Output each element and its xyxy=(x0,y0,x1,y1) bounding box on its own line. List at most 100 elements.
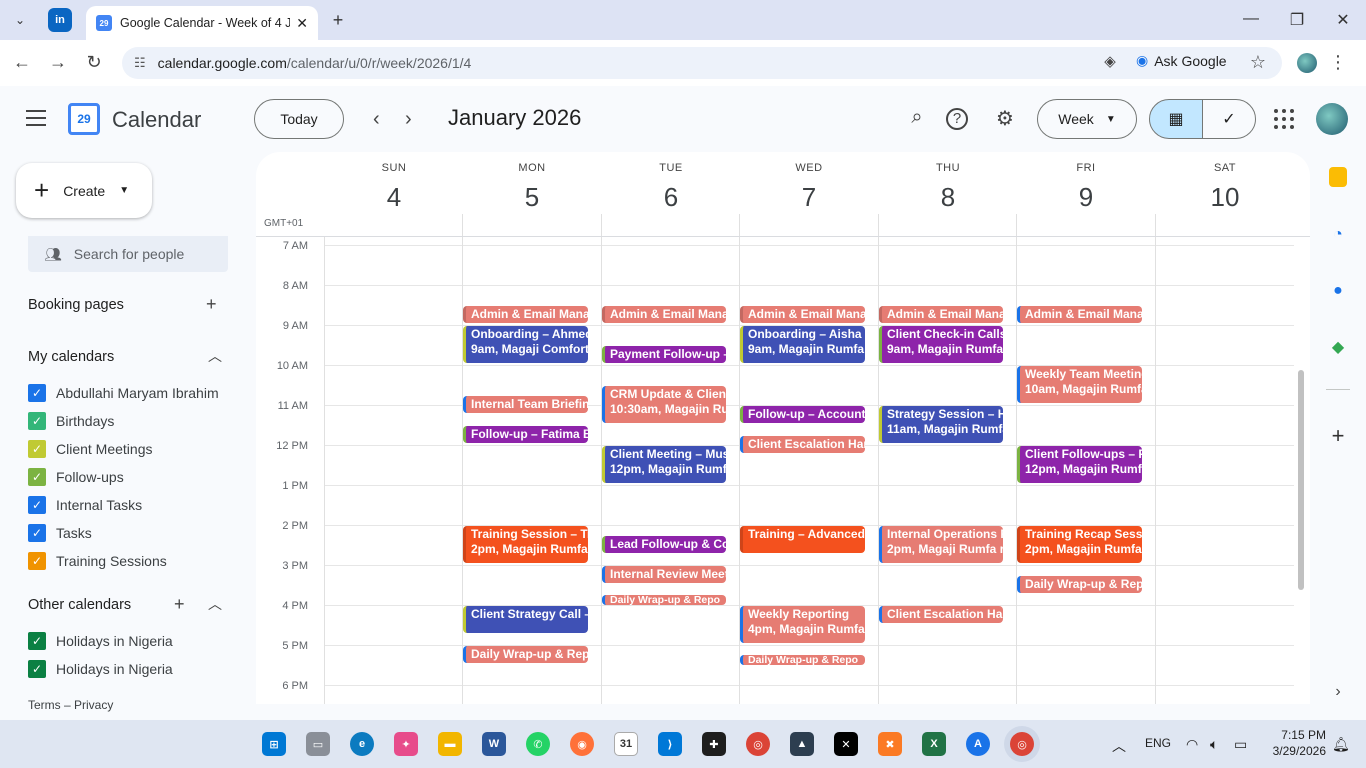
checkbox-checked-icon[interactable]: ✓ xyxy=(28,632,46,650)
view-select[interactable]: Week ▼ xyxy=(1037,99,1137,139)
whatsapp-icon[interactable]: ✆ xyxy=(526,732,550,756)
event-chip[interactable]: Daily Wrap-up & Repo xyxy=(602,595,726,605)
event-chip[interactable]: Client Escalation Han xyxy=(879,606,1003,623)
calendar-logo[interactable]: 29 xyxy=(68,103,100,135)
chrome-icon[interactable]: ◎ xyxy=(746,732,770,756)
windows-start-icon[interactable]: ⊞ xyxy=(262,732,286,756)
profile-avatar[interactable] xyxy=(1297,53,1317,73)
photo-viewer-icon[interactable]: ▲ xyxy=(790,732,814,756)
day-header-thu[interactable]: THU 8 xyxy=(879,162,1017,213)
day-header-tue[interactable]: TUE 6 xyxy=(602,162,740,213)
browser-menu-icon[interactable]: ⋮ xyxy=(1326,52,1350,73)
event-chip[interactable]: Follow-up – Fatima B xyxy=(463,426,588,443)
calendar-item[interactable]: ✓ Birthdays xyxy=(28,412,114,430)
calendar-app-icon[interactable]: 31 xyxy=(614,732,638,756)
day-number[interactable]: 9 xyxy=(1017,182,1155,213)
event-chip[interactable]: Client Strategy Call – xyxy=(463,606,588,633)
forward-icon[interactable]: → xyxy=(46,52,70,73)
checkbox-checked-icon[interactable]: ✓ xyxy=(28,440,46,458)
figma-icon[interactable]: ✚ xyxy=(702,732,726,756)
tab-search-icon[interactable]: ⌄ xyxy=(8,8,32,32)
chrome-active-icon[interactable]: ◎ xyxy=(1010,732,1034,756)
event-chip[interactable]: Weekly Reporting 4pm, Magajin Rumfa R xyxy=(740,606,865,643)
browser-tab-calendar[interactable]: 29 Google Calendar - Week of 4 Ja ✕ xyxy=(86,6,318,40)
reload-icon[interactable]: ↻ xyxy=(82,52,106,73)
file-explorer-icon[interactable]: ▬ xyxy=(438,732,462,756)
booking-pages-heading[interactable]: Booking pages xyxy=(28,297,124,313)
event-chip[interactable]: Admin & Email Manag xyxy=(879,306,1003,323)
event-chip[interactable]: CRM Update & Client10:30am, Magajin Rum xyxy=(602,386,726,423)
checkbox-checked-icon[interactable]: ✓ xyxy=(28,524,46,542)
firefox-icon[interactable]: ◉ xyxy=(570,732,594,756)
battery-icon[interactable]: ▭ xyxy=(1234,736,1247,753)
calendar-item[interactable]: ✓ Tasks xyxy=(28,524,92,542)
event-chip[interactable]: Strategy Session – H 11am, Magajin Rumfa xyxy=(879,406,1003,443)
event-chip[interactable]: Internal Review Meet xyxy=(602,566,726,583)
event-chip[interactable]: Client Follow-ups – P 12pm, Magajin Rumfa xyxy=(1017,446,1142,483)
event-chip[interactable]: Admin & Email Manag xyxy=(740,306,865,323)
event-chip[interactable]: Payment Follow-up – xyxy=(602,346,726,363)
help-icon[interactable]: ? xyxy=(946,108,968,130)
tasks-view-toggle[interactable]: ✓ xyxy=(1202,99,1256,139)
calendar-item[interactable]: ✓ Holidays in Nigeria xyxy=(28,660,173,678)
other-calendars-heading[interactable]: Other calendars xyxy=(28,597,131,613)
day-header-sun[interactable]: SUN 4 xyxy=(325,162,463,213)
capcut-icon[interactable]: ✕ xyxy=(834,732,858,756)
wifi-icon[interactable]: ◠ xyxy=(1186,736,1198,753)
event-chip[interactable]: Client Escalation Han xyxy=(740,436,865,453)
day-number[interactable]: 7 xyxy=(740,182,878,213)
restore-icon[interactable]: ❐ xyxy=(1274,10,1320,30)
calendar-item[interactable]: ✓ Internal Tasks xyxy=(28,496,142,514)
calendar-item[interactable]: ✓ Training Sessions xyxy=(28,552,167,570)
calendar-item[interactable]: ✓ Abdullahi Maryam Ibrahim xyxy=(28,384,219,402)
calendar-item[interactable]: ✓ Follow-ups xyxy=(28,468,124,486)
app-name[interactable]: Calendar xyxy=(112,107,201,133)
next-week-icon[interactable]: › xyxy=(405,108,412,131)
grid-scrollbar[interactable] xyxy=(1298,370,1304,590)
keep-icon[interactable] xyxy=(1329,167,1347,187)
day-header-wed[interactable]: WED 7 xyxy=(740,162,878,213)
settings-gear-icon[interactable]: ⚙ xyxy=(992,106,1018,131)
account-avatar[interactable] xyxy=(1316,103,1348,135)
day-header-sat[interactable]: SAT 10 xyxy=(1156,162,1294,213)
edge-icon[interactable]: e xyxy=(350,732,374,756)
day-number[interactable]: 4 xyxy=(325,182,463,213)
event-chip[interactable]: Admin & Email Manag xyxy=(1017,306,1142,323)
day-number[interactable]: 5 xyxy=(463,182,601,213)
excel-icon[interactable]: X xyxy=(922,732,946,756)
event-chip[interactable]: Daily Wrap-up & Repo xyxy=(740,655,865,665)
checkbox-checked-icon[interactable]: ✓ xyxy=(28,384,46,402)
main-menu-icon[interactable] xyxy=(26,110,46,126)
day-number[interactable]: 6 xyxy=(602,182,740,213)
event-chip[interactable]: Lead Follow-up & Co xyxy=(602,536,726,553)
event-chip[interactable]: Training Recap Sessi 2pm, Magajin Rumfa R xyxy=(1017,526,1142,563)
notification-icon[interactable]: 🔔︎ xyxy=(1332,736,1350,753)
expand-panel-icon[interactable]: › xyxy=(1326,680,1350,704)
ask-google-button[interactable]: ◉ Ask Google xyxy=(1136,52,1227,69)
close-window-icon[interactable]: ✕ xyxy=(1320,10,1366,30)
tray-overflow-icon[interactable]: ︿ xyxy=(1112,736,1126,756)
google-apps-icon[interactable] xyxy=(1274,109,1294,129)
bookmark-star-icon[interactable]: ☆ xyxy=(1246,52,1270,73)
language-indicator[interactable]: ENG xyxy=(1145,736,1171,750)
checkbox-checked-icon[interactable]: ✓ xyxy=(28,660,46,678)
create-button[interactable]: + Create ▼ xyxy=(16,163,152,218)
event-chip[interactable]: Training Session – Tr 2pm, Magajin Rumfa … xyxy=(463,526,588,563)
tasks-icon[interactable]: ◔ xyxy=(1326,223,1350,247)
new-tab-icon[interactable]: + xyxy=(326,8,350,32)
add-addon-icon[interactable]: + xyxy=(1326,423,1350,448)
maps-icon[interactable]: ◆ xyxy=(1326,335,1350,359)
event-chip[interactable]: Daily Wrap-up & Rep xyxy=(463,646,588,663)
calendar-item[interactable]: ✓ Client Meetings xyxy=(28,440,153,458)
terms-privacy-link[interactable]: Terms – Privacy xyxy=(28,698,113,712)
calendar-view-toggle[interactable]: ▦ xyxy=(1149,99,1203,139)
copilot-icon[interactable]: ✦ xyxy=(394,732,418,756)
event-chip[interactable]: Admin & Email Manag xyxy=(602,306,726,323)
xampp-icon[interactable]: ✖ xyxy=(878,732,902,756)
event-chip[interactable]: Client Meeting – Mus 12pm, Magajin Rumfa xyxy=(602,446,726,483)
system-clock[interactable]: 7:15 PM 3/29/2026 xyxy=(1266,727,1326,759)
day-header-fri[interactable]: FRI 9 xyxy=(1017,162,1155,213)
minimize-icon[interactable]: — xyxy=(1228,10,1274,28)
back-icon[interactable]: ← xyxy=(10,52,34,73)
event-chip[interactable]: Daily Wrap-up & Rep xyxy=(1017,576,1142,593)
